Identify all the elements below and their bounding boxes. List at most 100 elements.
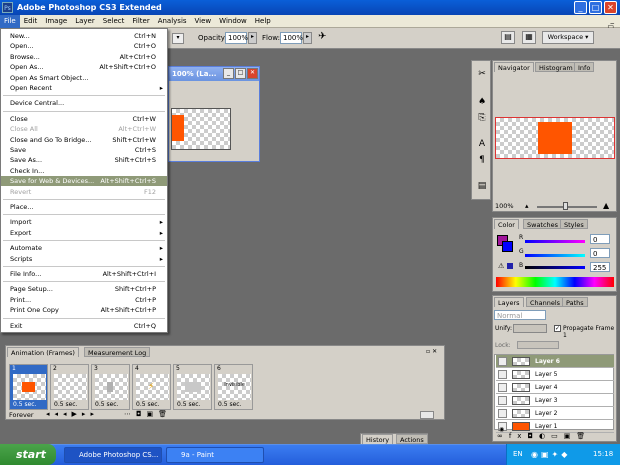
menu-help[interactable]: Help [251, 15, 275, 28]
file-menu-item[interactable]: Check In... [1, 166, 167, 176]
tab-paths[interactable]: Paths [562, 297, 588, 307]
workspace-button[interactable]: Workspace ▾ [542, 31, 594, 44]
frame-delay[interactable]: 0.5 sec. [54, 401, 77, 408]
taskbar-item-paint[interactable]: 9a - Paint [166, 447, 264, 463]
tab-styles[interactable]: Styles [560, 219, 588, 229]
color-spectrum-bar[interactable] [496, 277, 614, 287]
file-menu-item[interactable]: Browse... Alt+Ctrl+O [1, 52, 167, 62]
file-menu-item[interactable]: Revert F12 [1, 187, 167, 197]
channel-g-input[interactable]: 0 [590, 248, 610, 258]
menu-select[interactable]: Select [99, 15, 129, 28]
file-menu-item[interactable]: Open As... Alt+Shift+Ctrl+O [1, 62, 167, 72]
background-color-swatch[interactable] [502, 241, 513, 252]
brush-dropdown[interactable]: ▾ [172, 33, 184, 44]
layer-row[interactable]: Layer 6 [496, 355, 614, 368]
visibility-icon[interactable] [498, 370, 507, 379]
file-menu-item[interactable]: Close All Alt+Ctrl+W [1, 124, 167, 134]
frame-delay[interactable]: 0.5 sec. [177, 401, 200, 408]
layer-row[interactable]: Layer 2 [496, 407, 614, 420]
opacity-slider-arrow-icon[interactable]: ▸ [248, 32, 257, 44]
start-button[interactable]: start [0, 444, 56, 465]
menu-image[interactable]: Image [41, 15, 71, 28]
layer-row[interactable]: Layer 4 [496, 381, 614, 394]
channel-b-input[interactable]: 255 [590, 262, 610, 272]
animation-frame[interactable]: 5 0.5 sec. [173, 364, 212, 410]
flow-slider-arrow-icon[interactable]: ▸ [303, 32, 312, 44]
tab-measurement-log[interactable]: Measurement Log [84, 347, 151, 357]
file-menu-item[interactable]: Print One Copy Alt+Shift+Ctrl+P [1, 305, 167, 315]
document-controls[interactable]: _ □ ✕ [599, 16, 619, 40]
tray-icons[interactable]: ◉▣✦◆ [531, 444, 570, 465]
animation-frame[interactable]: 2 0.5 sec. [50, 364, 89, 410]
frame-delay[interactable]: 0.5 sec. [136, 401, 159, 408]
tab-info[interactable]: Info [574, 62, 595, 72]
menu-edit[interactable]: Edit [20, 15, 42, 28]
airbrush-icon[interactable]: ✈ [318, 31, 326, 42]
animation-frame[interactable]: 4 ⚡ 0.5 sec. [132, 364, 171, 410]
paragraph-icon[interactable]: ¶ [475, 153, 489, 167]
frame-delay[interactable]: 0.5 sec. [218, 401, 241, 408]
menu-filter[interactable]: Filter [128, 15, 153, 28]
file-menu-item[interactable]: Save As... Shift+Ctrl+S [1, 155, 167, 165]
frame-delay[interactable]: 0.5 sec. [13, 401, 36, 408]
file-menu-item[interactable]: Import ▸ [1, 217, 167, 227]
tab-channels[interactable]: Channels [526, 297, 565, 307]
document-canvas[interactable] [171, 108, 231, 150]
layer-row[interactable]: Layer 3 [496, 394, 614, 407]
maximize-button[interactable]: □ [589, 1, 602, 14]
lock-buttons[interactable] [517, 341, 559, 349]
zoom-out-icon[interactable]: ▴ [525, 202, 529, 210]
file-menu-item[interactable]: Automate ▸ [1, 243, 167, 253]
file-menu-item[interactable]: Open... Ctrl+O [1, 41, 167, 51]
file-menu-item[interactable]: Page Setup... Shift+Ctrl+P [1, 284, 167, 294]
tab-history[interactable]: History [362, 434, 394, 444]
playback-controls[interactable]: ◂◂◂▶▸▸ [46, 410, 99, 418]
menu-view[interactable]: View [191, 15, 216, 28]
file-menu-item[interactable]: Export ▸ [1, 228, 167, 238]
tab-navigator[interactable]: Navigator [494, 62, 534, 72]
tool-preset-icon[interactable]: ⎘ [475, 111, 489, 125]
gamut-color-swatch[interactable] [507, 263, 513, 269]
file-menu-item[interactable]: Place... [1, 202, 167, 212]
file-menu-item[interactable]: Open Recent ▸ [1, 83, 167, 93]
tab-layers[interactable]: Layers [494, 297, 524, 307]
language-indicator[interactable]: EN [513, 444, 523, 465]
file-menu-item[interactable]: Save for Web & Devices... Alt+Shift+Ctrl+… [1, 176, 167, 187]
layers-footer-icons[interactable]: ∞fx◘◐▭▣🗑 [497, 431, 613, 441]
file-menu-item[interactable]: Save Ctrl+S [1, 145, 167, 155]
doc-maximize-button[interactable]: □ [235, 68, 246, 79]
timeline-toggle-icon[interactable] [420, 411, 434, 419]
file-menu-item[interactable]: New... Ctrl+N [1, 31, 167, 41]
crop-tool-icon[interactable]: ✂ [475, 67, 489, 81]
animation-frame[interactable]: 6 Invisible 0.5 sec. [214, 364, 253, 410]
visibility-icon[interactable] [498, 409, 507, 418]
layer-row[interactable]: Layer 5 [496, 368, 614, 381]
zoom-slider-handle[interactable] [563, 202, 568, 210]
doc-close-button[interactable]: ✕ [247, 68, 258, 79]
doc-minimize-button[interactable]: _ [223, 68, 234, 79]
channel-g-slider[interactable] [525, 254, 585, 257]
flow-input[interactable]: 100% [280, 32, 303, 44]
navigator-zoom[interactable]: 100% [495, 202, 514, 210]
menu-window[interactable]: Window [215, 15, 251, 28]
unify-buttons[interactable] [513, 324, 547, 333]
channel-r-input[interactable]: 0 [590, 234, 610, 244]
file-menu-item[interactable]: Device Central... [1, 98, 167, 108]
tab-actions[interactable]: Actions [396, 434, 428, 444]
animation-frame[interactable]: 3 0.5 sec. [91, 364, 130, 410]
zoom-in-icon[interactable]: ▲ [603, 201, 609, 210]
visibility-icon[interactable] [498, 396, 507, 405]
channel-r-slider[interactable] [525, 240, 585, 243]
blend-mode-select[interactable]: Normal [494, 310, 546, 320]
navigator-preview[interactable] [495, 117, 615, 159]
visibility-icon[interactable]: ◉ [498, 422, 507, 433]
taskbar-item-photoshop[interactable]: Adobe Photoshop CS... [64, 447, 162, 463]
frame-action-icons[interactable]: ⋯◘▣🗑 [124, 410, 172, 418]
file-menu-item[interactable]: Close Ctrl+W [1, 114, 167, 124]
animation-frame[interactable]: 1 0.5 sec. [9, 364, 48, 410]
menu-layer[interactable]: Layer [71, 15, 99, 28]
file-menu-item[interactable]: Exit Ctrl+Q [1, 321, 167, 331]
file-menu-item[interactable]: Open As Smart Object... [1, 73, 167, 83]
bridge-icon[interactable]: ▦ [522, 31, 536, 44]
file-menu-item[interactable]: Scripts ▸ [1, 254, 167, 264]
